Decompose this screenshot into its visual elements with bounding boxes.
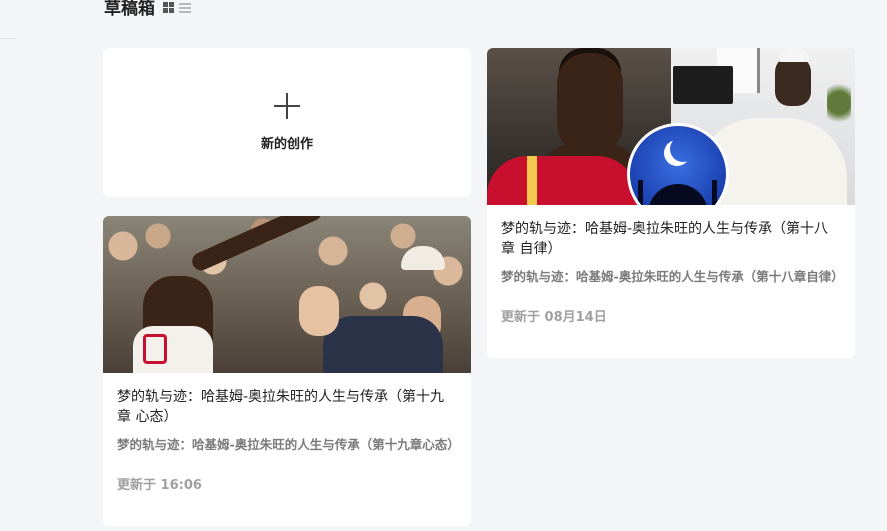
draft-updated-time: 更新于 08月14日 [501, 310, 607, 325]
drafts-header: 草稿箱 [104, 0, 191, 19]
draft-title[interactable]: 梦的轨与迹：哈基姆-奥拉朱旺的人生与传承（第十八章 自律） [501, 219, 841, 259]
view-toggle [163, 2, 191, 13]
sidebar-divider [0, 38, 16, 39]
page-title: 草稿箱 [104, 0, 155, 19]
draft-updated-time: 更新于 16:06 [117, 478, 202, 493]
new-creation-label: 新的创作 [260, 137, 313, 152]
draft-title[interactable]: 梦的轨与迹：哈基姆-奥拉朱旺的人生与传承（第十九章 心态） [117, 387, 457, 427]
draft-excerpt: 梦的轨与迹：哈基姆-奥拉朱旺的人生与传承（第十九章心态） [117, 437, 460, 452]
draft-thumbnail [487, 48, 855, 205]
draft-card[interactable]: 梦的轨与迹：哈基姆-奥拉朱旺的人生与传承（第十八章 自律） 梦的轨与迹：哈基姆-… [487, 48, 855, 358]
new-creation-card[interactable]: 新的创作 [103, 48, 471, 197]
plus-icon [274, 93, 300, 119]
draft-card[interactable]: 梦的轨与迹：哈基姆-奥拉朱旺的人生与传承（第十九章 心态） 梦的轨与迹：哈基姆-… [103, 216, 471, 526]
draft-excerpt: 梦的轨与迹：哈基姆-奥拉朱旺的人生与传承（第十八章自律） [501, 269, 844, 284]
grid-view-icon[interactable] [163, 2, 174, 13]
list-view-icon[interactable] [179, 2, 191, 13]
draft-thumbnail [103, 216, 471, 373]
